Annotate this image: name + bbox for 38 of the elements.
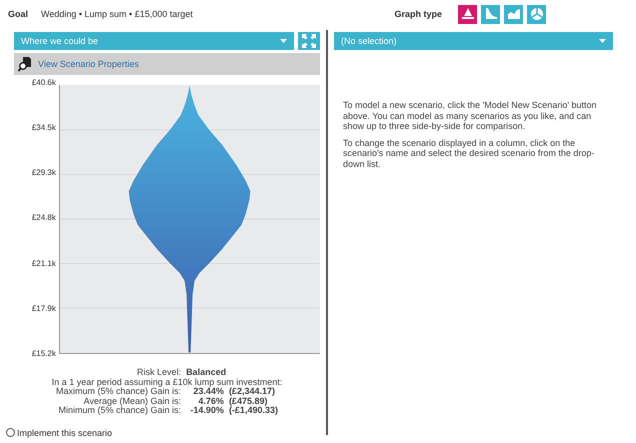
graph-type-button[interactable] xyxy=(458,4,477,24)
gain-percent: 23.44% xyxy=(192,387,224,396)
gain-amount: (-£1,490.33) xyxy=(228,406,279,416)
gain-amount: (£2,344.17) xyxy=(228,387,276,396)
axis-label: £29.3k xyxy=(32,168,56,178)
implement-label: Implement this scenario xyxy=(17,428,112,438)
graph-type-button[interactable] xyxy=(481,4,500,24)
gain-percent: -14.90% xyxy=(189,406,224,416)
view-properties-link[interactable]: View Scenario Properties xyxy=(38,59,139,69)
gain-amount: (£475.89) xyxy=(228,396,268,406)
graph-type-label: Graph type xyxy=(394,9,442,19)
risk-value: Balanced xyxy=(186,368,228,378)
axis-label: £15.2k xyxy=(32,348,56,358)
gain-label: Maximum (5% chance) Gain is: xyxy=(55,387,182,396)
scenario-dropdown[interactable]: Where we could be xyxy=(14,32,294,50)
goal-summary: Wedding • Lump sum • £15,000 target xyxy=(41,9,193,19)
caret-icon xyxy=(280,39,287,43)
axis-label: £24.8k xyxy=(32,213,56,222)
instruction-text: To change the scenario displayed in a column, click on the scenario's name and select the desired scenario from the drop-down list. xyxy=(343,138,596,169)
period-note: In a 1 year period assuming a £10k lump sum investment: xyxy=(52,378,282,387)
risk-label: Risk Level: xyxy=(136,368,182,378)
axis-label: £34.5k xyxy=(32,123,56,132)
expand-icon xyxy=(302,34,316,48)
instruction-text: To model a new scenario, click the 'Model New Scenario' button above. You can model as many scenarios as you like, and can show up to three side-by-side for comparison. xyxy=(343,100,598,132)
goal-label: Goal xyxy=(8,9,28,19)
axis-label: £17.9k xyxy=(32,304,56,313)
magnifier-document-icon xyxy=(18,56,34,72)
caret-icon xyxy=(599,39,606,43)
radio-button[interactable] xyxy=(6,428,15,437)
graph-type-button[interactable] xyxy=(504,4,523,24)
axis-label: £40.6k xyxy=(32,78,56,87)
scenario-dropdown[interactable]: (No selection) xyxy=(334,32,613,50)
graph-type-button[interactable] xyxy=(527,4,546,24)
gain-label: Average (Mean) Gain is: xyxy=(82,396,182,406)
gain-label: Minimum (5% chance) Gain is: xyxy=(58,406,182,416)
gain-percent: 4.76% xyxy=(197,396,224,406)
axis-label: £21.1k xyxy=(32,258,56,268)
expand-button[interactable] xyxy=(298,32,320,50)
